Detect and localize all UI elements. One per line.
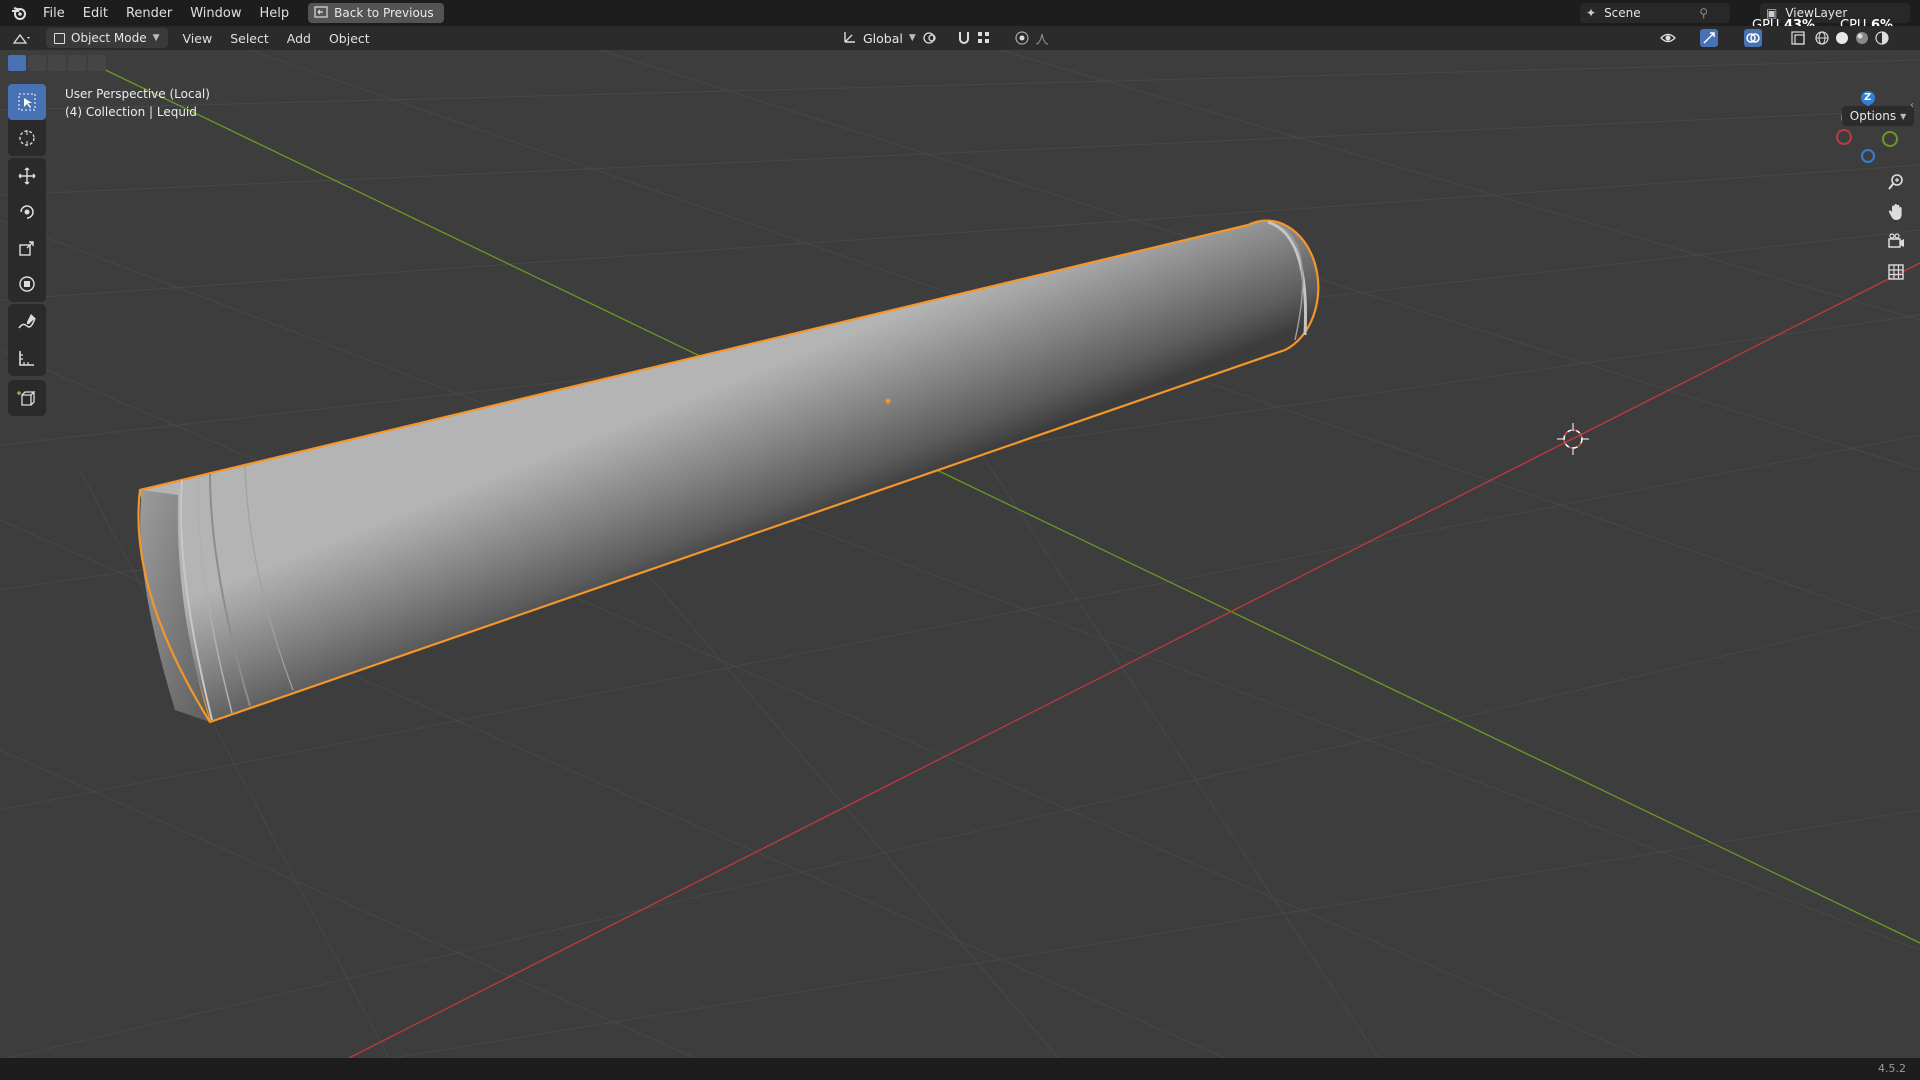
selected-cylinder-object[interactable] (137, 219, 1320, 724)
blender-logo-icon[interactable] (4, 0, 34, 26)
hand-icon[interactable] (1882, 198, 1910, 226)
overlay-toggle-icon[interactable] (1744, 29, 1762, 47)
selection-mode-group (8, 55, 106, 71)
xray-icon[interactable] (1790, 30, 1806, 46)
proportional-edit-icon[interactable] (1014, 30, 1030, 46)
menu-object[interactable]: Object (320, 26, 379, 50)
rotate-icon[interactable] (8, 194, 46, 230)
transform-icon[interactable] (8, 266, 46, 302)
select-invert-icon[interactable] (68, 55, 86, 71)
pivot-icon[interactable] (922, 30, 938, 46)
menu-edit[interactable]: Edit (74, 0, 117, 26)
grid-icon[interactable] (1882, 258, 1910, 286)
menu-window[interactable]: Window (181, 0, 250, 26)
add-cube-icon[interactable] (8, 380, 46, 416)
3d-viewport[interactable]: Z X Y User Perspective (Local) (4) Colle… (0, 50, 1920, 1060)
pin-icon[interactable]: ⚲ (1699, 6, 1708, 20)
editor-type-icon[interactable] (0, 26, 42, 50)
object-mode-icon (54, 32, 65, 44)
rendered-shading-icon[interactable] (1874, 30, 1890, 46)
select-box-icon[interactable] (8, 84, 46, 120)
transform-orientation-select[interactable]: Global ▼ (835, 28, 924, 48)
snap-icon[interactable] (956, 30, 972, 46)
object-mode-label: Object Mode (71, 31, 147, 45)
select-extend-icon[interactable] (28, 55, 46, 71)
tool-shelf-select (8, 84, 46, 156)
scene-icon: ✦ (1586, 6, 1597, 20)
status-bar: 4.5.2 (0, 1058, 1920, 1080)
back-button-label: Back to Previous (334, 6, 434, 20)
camera-icon[interactable] (1882, 228, 1910, 256)
chevron-down-icon: ▼ (152, 33, 160, 43)
tool-shelf-add (8, 380, 46, 416)
orientation-icon (843, 30, 857, 47)
menu-help[interactable]: Help (251, 0, 299, 26)
orientation-label: Global (863, 30, 903, 46)
cursor-icon[interactable] (8, 120, 46, 156)
scene-name: Scene (1604, 6, 1641, 20)
object-mode-select[interactable]: Object Mode ▼ (46, 28, 168, 48)
material-shading-icon[interactable] (1854, 30, 1870, 46)
solid-shading-icon[interactable] (1834, 30, 1850, 46)
select-subtract-icon[interactable] (48, 55, 66, 71)
menu-file[interactable]: File (34, 0, 74, 26)
chevron-down-icon: ▼ (1900, 111, 1907, 121)
select-intersect-icon[interactable] (88, 55, 106, 71)
annotate-icon[interactable] (8, 304, 46, 340)
version-label: 4.5.2 (1878, 1062, 1906, 1075)
viewport-header: Object Mode ▼ View Select Add Object Glo… (0, 26, 1920, 50)
viewport-perspective-label: User Perspective (Local) (65, 87, 210, 101)
falloff-icon[interactable] (1034, 30, 1050, 46)
options-label: Options (1849, 109, 1897, 123)
snap-target-icon[interactable] (976, 30, 992, 46)
scale-icon[interactable] (8, 230, 46, 266)
menu-add[interactable]: Add (278, 26, 320, 50)
zoom-icon[interactable] (1882, 168, 1910, 196)
back-to-previous-button[interactable]: Back to Previous (308, 3, 444, 23)
tool-shelf-transform (8, 158, 46, 302)
top-menu-bar: File Edit Render Window Help Back to Pre… (0, 0, 1920, 33)
select-new-icon[interactable] (8, 55, 26, 71)
move-icon[interactable] (8, 158, 46, 194)
viewport-collection-label: (4) Collection | Lequid (65, 105, 197, 119)
scene-selector[interactable]: ✦ Scene ⚲ (1580, 3, 1730, 23)
back-icon (314, 5, 328, 21)
viewport-scene (0, 50, 1920, 1060)
tool-shelf-annotate (8, 304, 46, 376)
visibility-icon[interactable] (1660, 30, 1676, 46)
wireframe-shading-icon[interactable] (1814, 30, 1830, 46)
menu-render[interactable]: Render (117, 0, 181, 26)
gizmo-toggle-icon[interactable] (1700, 29, 1718, 47)
menu-select[interactable]: Select (221, 26, 278, 50)
options-dropdown[interactable]: Options ▼ (1842, 106, 1914, 126)
menu-view[interactable]: View (174, 26, 222, 50)
measure-icon[interactable] (8, 340, 46, 376)
sidebar-toggle-icon[interactable]: ‹ (1910, 100, 1920, 114)
gizmo-z-label: Z (1864, 92, 1872, 103)
chevron-down-icon: ▼ (908, 33, 916, 43)
